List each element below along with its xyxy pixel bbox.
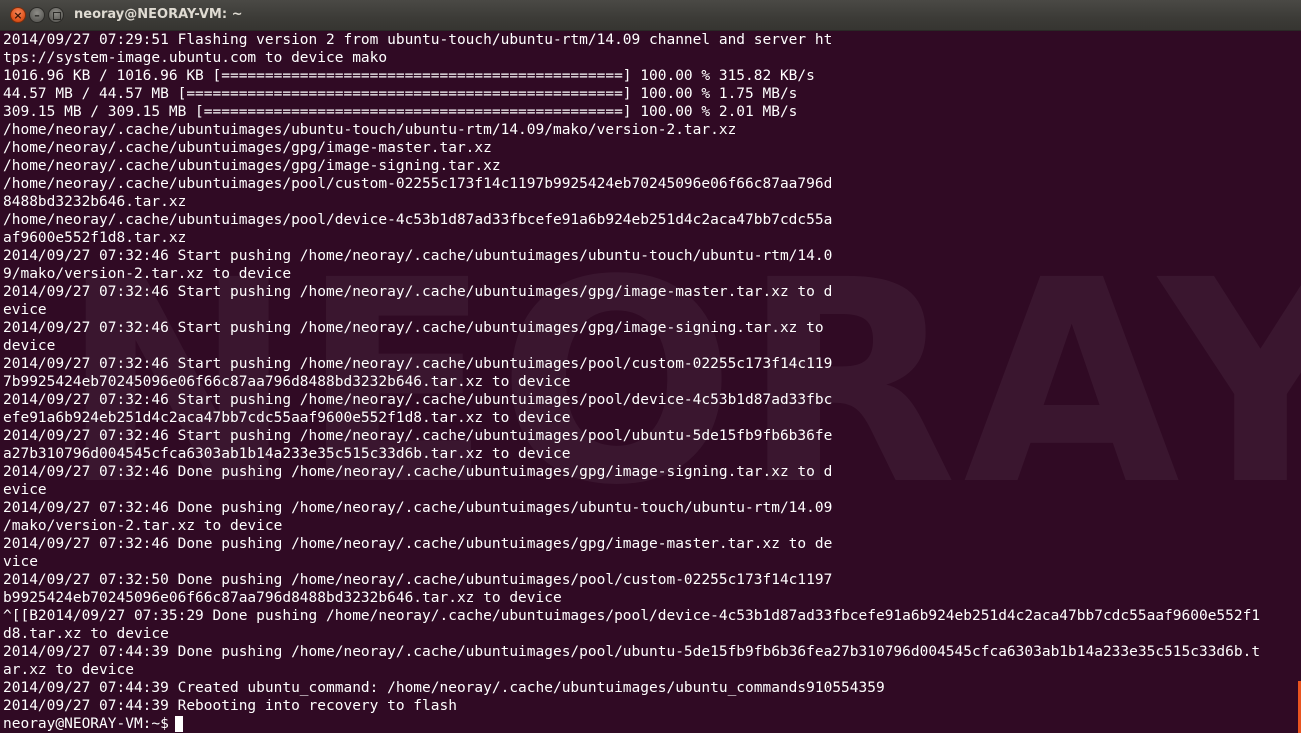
output-line: 2014/09/27 07:44:39 Done pushing /home/n… <box>3 644 1261 660</box>
output-line: 2014/09/27 07:32:46 Start pushing /home/… <box>3 320 824 336</box>
output-line: 8488bd3232b646.tar.xz <box>3 194 187 210</box>
output-line: /home/neoray/.cache/ubuntuimages/ubuntu-… <box>3 122 737 138</box>
output-line: a27b310796d004545cfca6303ab1b14a233e35c5… <box>3 446 571 462</box>
output-line: 1016.96 KB / 1016.96 KB [===============… <box>3 68 815 84</box>
output-line: 2014/09/27 07:32:50 Done pushing /home/n… <box>3 572 833 588</box>
prompt-line[interactable]: neoray@NEORAY-VM:~$ <box>3 715 1301 733</box>
maximize-icon[interactable] <box>48 7 64 23</box>
output-line: 2014/09/27 07:32:46 Start pushing /home/… <box>3 356 833 372</box>
output-line: efe91a6b924eb251d4c2aca47bb7cdc55aaf9600… <box>3 410 571 426</box>
output-line: /home/neoray/.cache/ubuntuimages/pool/cu… <box>3 176 833 192</box>
output-line: 2014/09/27 07:32:46 Start pushing /home/… <box>3 428 833 444</box>
output-line: 2014/09/27 07:29:51 Flashing version 2 f… <box>3 32 833 48</box>
output-line: 2014/09/27 07:32:46 Done pushing /home/n… <box>3 500 833 516</box>
output-line: 2014/09/27 07:32:46 Start pushing /home/… <box>3 248 833 264</box>
output-line: /home/neoray/.cache/ubuntuimages/gpg/ima… <box>3 140 492 156</box>
output-line: 44.57 MB / 44.57 MB [===================… <box>3 86 798 102</box>
output-line: af9600e552f1d8.tar.xz <box>3 230 187 246</box>
output-line: /mako/version-2.tar.xz to device <box>3 518 283 534</box>
output-line: evice <box>3 302 47 318</box>
output-line: device <box>3 338 56 354</box>
output-line: /home/neoray/.cache/ubuntuimages/pool/de… <box>3 212 833 228</box>
output-line: 9/mako/version-2.tar.xz to device <box>3 266 292 282</box>
output-line: ar.xz to device <box>3 662 134 678</box>
output-line: 2014/09/27 07:32:46 Start pushing /home/… <box>3 284 833 300</box>
output-line: b9925424eb70245096e06f66c87aa796d8488bd3… <box>3 590 562 606</box>
close-icon[interactable]: × <box>10 7 26 23</box>
terminal-window: × – neoray@NEORAY-VM: ~ NEORAY 2014/09/2… <box>0 0 1301 733</box>
output-line: evice <box>3 482 47 498</box>
output-line: 2014/09/27 07:32:46 Done pushing /home/n… <box>3 464 833 480</box>
minimize-icon[interactable]: – <box>29 7 45 23</box>
output-lines: 2014/09/27 07:29:51 Flashing version 2 f… <box>3 31 1301 715</box>
title-bar: × – neoray@NEORAY-VM: ~ <box>0 0 1301 31</box>
output-line: d8.tar.xz to device <box>3 626 169 642</box>
output-line: 309.15 MB / 309.15 MB [=================… <box>3 104 798 120</box>
output-line: vice <box>3 554 38 570</box>
output-line: 2014/09/27 07:44:39 Rebooting into recov… <box>3 698 457 714</box>
output-line: /home/neoray/.cache/ubuntuimages/gpg/ima… <box>3 158 501 174</box>
output-line: ^[[B2014/09/27 07:35:29 Done pushing /ho… <box>3 608 1261 624</box>
output-line: 7b9925424eb70245096e06f66c87aa796d8488bd… <box>3 374 571 390</box>
output-line: 2014/09/27 07:32:46 Start pushing /home/… <box>3 392 833 408</box>
text-cursor <box>174 716 183 732</box>
terminal-output[interactable]: NEORAY 2014/09/27 07:29:51 Flashing vers… <box>0 31 1301 733</box>
window-title: neoray@NEORAY-VM: ~ <box>74 7 243 22</box>
output-line: 2014/09/27 07:32:46 Done pushing /home/n… <box>3 536 833 552</box>
output-line: tps://system-image.ubuntu.com to device … <box>3 50 388 66</box>
shell-prompt: neoray@NEORAY-VM:~$ <box>3 716 169 732</box>
output-line: 2014/09/27 07:44:39 Created ubuntu_comma… <box>3 680 885 696</box>
